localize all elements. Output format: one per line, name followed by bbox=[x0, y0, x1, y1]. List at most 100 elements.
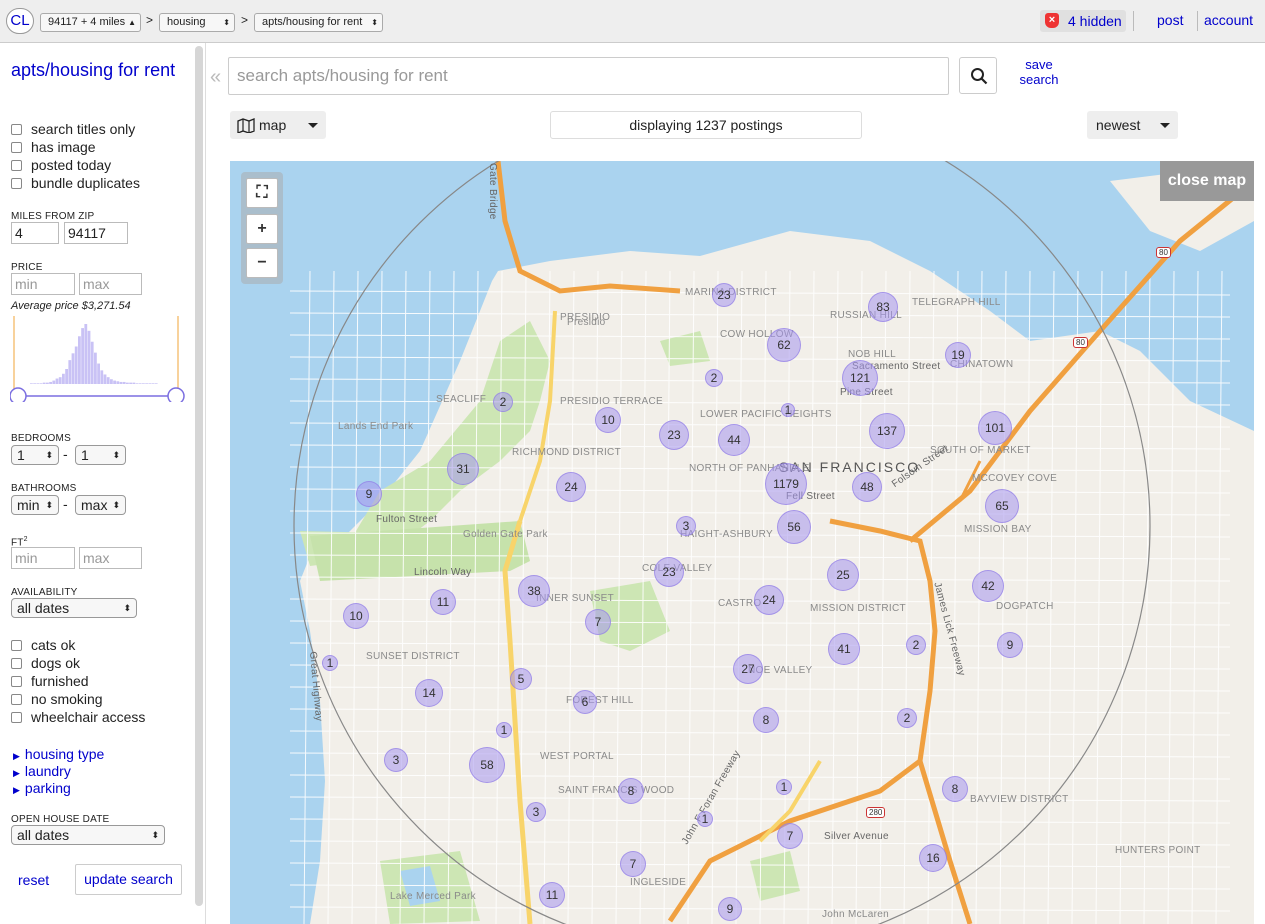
search-input[interactable]: search apts/housing for rent bbox=[228, 57, 949, 95]
listing-cluster[interactable]: 19 bbox=[945, 342, 971, 368]
bathrooms-min-select[interactable]: min ⬍ bbox=[11, 495, 59, 515]
listing-cluster[interactable]: 44 bbox=[718, 424, 750, 456]
listing-cluster[interactable]: 2 bbox=[906, 635, 926, 655]
listing-cluster[interactable]: 65 bbox=[985, 489, 1019, 523]
price-min-input[interactable]: min bbox=[11, 273, 75, 295]
listing-cluster[interactable]: 83 bbox=[868, 292, 898, 322]
listing-cluster[interactable]: 11 bbox=[430, 589, 456, 615]
save-search-link[interactable]: save search bbox=[1016, 57, 1062, 87]
listing-cluster[interactable]: 25 bbox=[827, 559, 859, 591]
bedrooms-max-select[interactable]: 1 ⬍ bbox=[75, 445, 126, 465]
listing-cluster[interactable]: 3 bbox=[526, 802, 546, 822]
zoom-out-button[interactable]: − bbox=[246, 248, 278, 278]
miles-input[interactable]: 4 bbox=[11, 222, 59, 244]
listing-cluster[interactable]: 16 bbox=[919, 844, 947, 872]
listing-cluster[interactable]: 8 bbox=[942, 776, 968, 802]
results-map[interactable]: SAN FRANCISCO PRESIDIO Presidio MARINA DIST… bbox=[230, 161, 1254, 924]
listing-cluster[interactable]: 121 bbox=[842, 360, 878, 396]
listing-cluster[interactable]: 3 bbox=[384, 748, 408, 772]
listing-cluster[interactable]: 24 bbox=[556, 472, 586, 502]
parking-toggle[interactable]: ▶ parking bbox=[13, 780, 71, 796]
listing-cluster[interactable]: 7 bbox=[620, 851, 646, 877]
checkbox[interactable] bbox=[11, 142, 22, 153]
hidden-postings-button[interactable]: × 4 hidden bbox=[1040, 10, 1126, 32]
listing-cluster[interactable]: 1 bbox=[776, 779, 792, 795]
checkbox[interactable] bbox=[11, 694, 22, 705]
listing-cluster[interactable]: 42 bbox=[972, 570, 1004, 602]
listing-cluster[interactable]: 7 bbox=[777, 823, 803, 849]
listing-cluster[interactable]: 38 bbox=[518, 575, 550, 607]
listing-cluster[interactable]: 23 bbox=[654, 557, 684, 587]
laundry-toggle[interactable]: ▶ laundry bbox=[13, 763, 71, 779]
sqft-min-input[interactable]: min bbox=[11, 547, 75, 569]
sort-select[interactable]: newest bbox=[1087, 111, 1178, 139]
listing-cluster[interactable]: 1 bbox=[781, 403, 795, 417]
checkbox[interactable] bbox=[11, 640, 22, 651]
listing-cluster[interactable]: 1179 bbox=[765, 463, 807, 505]
checkbox[interactable] bbox=[11, 160, 22, 171]
availability-select[interactable]: all dates ⬍ bbox=[11, 598, 137, 618]
zoom-in-button[interactable]: + bbox=[246, 214, 278, 244]
zip-input[interactable]: 94117 bbox=[64, 222, 128, 244]
listing-cluster[interactable]: 23 bbox=[659, 420, 689, 450]
listing-cluster[interactable]: 9 bbox=[997, 632, 1023, 658]
listing-cluster[interactable]: 8 bbox=[753, 707, 779, 733]
post-link[interactable]: post bbox=[1157, 12, 1183, 28]
listing-cluster[interactable]: 41 bbox=[828, 633, 860, 665]
listing-cluster[interactable]: 9 bbox=[718, 897, 742, 921]
bathrooms-max-select[interactable]: max ⬍ bbox=[75, 495, 126, 515]
listing-cluster[interactable]: 2 bbox=[705, 369, 723, 387]
listing-cluster[interactable]: 10 bbox=[595, 407, 621, 433]
listing-cluster[interactable]: 62 bbox=[767, 328, 801, 362]
price-slider-max-handle[interactable] bbox=[167, 387, 185, 402]
listing-cluster[interactable]: 58 bbox=[469, 747, 505, 783]
listing-cluster[interactable]: 1 bbox=[496, 722, 512, 738]
view-mode-select[interactable]: map bbox=[230, 111, 326, 139]
listing-cluster[interactable]: 101 bbox=[978, 411, 1012, 445]
checkbox[interactable] bbox=[11, 178, 22, 189]
category-select[interactable]: apts/housing for rent ⬍ bbox=[254, 13, 383, 32]
listing-cluster[interactable]: 7 bbox=[585, 609, 611, 635]
listing-cluster[interactable]: 9 bbox=[356, 481, 382, 507]
listing-cluster[interactable]: 2 bbox=[493, 392, 513, 412]
listing-cluster[interactable]: 31 bbox=[447, 453, 479, 485]
search-button[interactable] bbox=[959, 57, 997, 94]
housing-type-toggle[interactable]: ▶ housing type bbox=[13, 746, 104, 762]
listing-cluster[interactable]: 56 bbox=[777, 510, 811, 544]
checkbox[interactable] bbox=[11, 124, 22, 135]
account-link[interactable]: account bbox=[1204, 12, 1253, 28]
checkbox[interactable] bbox=[11, 658, 22, 669]
reset-link[interactable]: reset bbox=[18, 872, 49, 888]
open-house-select[interactable]: all dates ⬍ bbox=[11, 825, 165, 845]
section-select[interactable]: housing ⬍ bbox=[159, 13, 235, 32]
close-map-button[interactable]: close map bbox=[1160, 161, 1254, 201]
listing-cluster[interactable]: 24 bbox=[754, 585, 784, 615]
listing-cluster[interactable]: 3 bbox=[676, 516, 696, 536]
checkbox[interactable] bbox=[11, 676, 22, 687]
listing-cluster[interactable]: 10 bbox=[343, 603, 369, 629]
fullscreen-button[interactable]: ⛶ bbox=[246, 178, 278, 208]
listing-cluster[interactable]: 2 bbox=[897, 708, 917, 728]
listing-cluster[interactable]: 137 bbox=[869, 413, 905, 449]
listing-cluster[interactable]: 1 bbox=[697, 811, 713, 827]
listing-cluster[interactable]: 8 bbox=[618, 778, 644, 804]
sidebar-scrollbar[interactable] bbox=[195, 46, 203, 906]
area-select[interactable]: 94117 + 4 miles ▲ bbox=[40, 13, 141, 32]
listing-cluster[interactable]: 6 bbox=[573, 690, 597, 714]
listing-cluster[interactable]: 1 bbox=[322, 655, 338, 671]
listing-cluster[interactable]: 48 bbox=[852, 472, 882, 502]
category-title[interactable]: apts/housing for rent bbox=[11, 60, 181, 81]
price-max-input[interactable]: max bbox=[79, 273, 142, 295]
listing-cluster[interactable]: 23 bbox=[712, 283, 736, 307]
listing-cluster[interactable]: 5 bbox=[510, 668, 532, 690]
listing-cluster[interactable]: 27 bbox=[733, 654, 763, 684]
price-slider-min-handle[interactable] bbox=[10, 387, 27, 402]
listing-cluster[interactable]: 11 bbox=[539, 882, 565, 908]
listing-cluster[interactable]: 14 bbox=[415, 679, 443, 707]
update-search-button[interactable]: update search bbox=[75, 864, 182, 895]
bedrooms-min-select[interactable]: 1 ⬍ bbox=[11, 445, 59, 465]
collapse-sidebar-icon[interactable]: « bbox=[210, 66, 221, 89]
craigslist-logo[interactable]: CL bbox=[6, 8, 34, 34]
checkbox[interactable] bbox=[11, 712, 22, 723]
sqft-max-input[interactable]: max bbox=[79, 547, 142, 569]
